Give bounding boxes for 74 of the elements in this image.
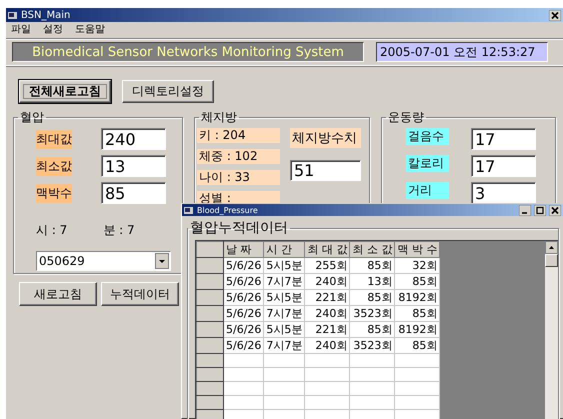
value-field[interactable]: 17: [471, 128, 536, 150]
column-header: 날 짜: [224, 242, 264, 258]
close-icon[interactable]: [549, 204, 561, 216]
info-label: 체중 : 102: [197, 149, 280, 164]
field-label: 최소값: [36, 156, 72, 176]
menu-item[interactable]: 설정: [43, 22, 63, 36]
info-label: 키 : 204: [197, 128, 280, 143]
table-cell: 13회: [350, 274, 395, 290]
table-cell: 240회: [304, 338, 350, 354]
table-cell: 5/6/26: [224, 274, 264, 290]
field-label: 최대값: [36, 130, 72, 148]
datetime-display: 2005-07-01 오전 12:53:27: [376, 42, 548, 62]
table-cell: 5시5분: [264, 322, 305, 338]
app-icon: [184, 206, 194, 214]
table-cell: 5/6/26: [224, 306, 264, 322]
group-title: 혈압: [19, 109, 45, 126]
window-title: Blood_Pressure: [197, 206, 259, 214]
value-field[interactable]: 3: [471, 182, 536, 204]
scroll-thumb[interactable]: [545, 254, 558, 267]
table-cell: 3523회: [350, 338, 395, 354]
value-field[interactable]: 85: [101, 182, 166, 204]
table-cell: 5/6/26: [224, 338, 264, 354]
table-cell: 3523회: [350, 306, 395, 322]
menu-item[interactable]: 파일: [11, 22, 31, 36]
date-combo[interactable]: 050629: [36, 251, 171, 271]
table-cell: 5/6/26: [224, 290, 264, 306]
field-label: 체지방수치: [290, 128, 361, 148]
group-title: 체지방: [200, 109, 238, 126]
scroll-up-icon[interactable]: [545, 241, 558, 254]
close-icon[interactable]: [549, 10, 561, 20]
field-label: 걸음수: [406, 128, 449, 145]
info-label: 나이 : 33: [197, 170, 280, 185]
hour-label: 시 : 7: [36, 222, 68, 239]
table-cell: 7시7분: [264, 338, 305, 354]
app-icon: [8, 10, 18, 20]
column-header: 맥 박 수: [394, 242, 440, 258]
maximize-icon[interactable]: [534, 204, 546, 216]
table-cell: 85회: [350, 258, 395, 274]
field-label: 맥박수: [36, 184, 72, 202]
table-cell: 255회: [304, 258, 350, 274]
field-label: 칼로리: [406, 155, 449, 172]
group-title: 운동량: [387, 109, 425, 126]
table-cell: 85회: [350, 322, 395, 338]
menu-item[interactable]: 도움말: [75, 22, 105, 36]
value-field[interactable]: 17: [471, 155, 536, 177]
column-header: 최 대 값: [304, 242, 350, 258]
table-cell: 5시5분: [264, 258, 305, 274]
table-cell: 85회: [350, 290, 395, 306]
table-cell: 240회: [304, 274, 350, 290]
column-header: 최 소 값: [350, 242, 395, 258]
dropdown-icon: [155, 253, 169, 269]
value-field[interactable]: 51: [290, 160, 361, 181]
table-cell: 5/6/26: [224, 258, 264, 274]
table-cell: 5/6/26: [224, 322, 264, 338]
table-cell: 221회: [304, 322, 350, 338]
window-title: BSN_Main: [21, 10, 72, 20]
refresh-button[interactable]: 새로고침: [19, 282, 97, 306]
table-cell: 5시5분: [264, 290, 305, 306]
group-title: 혈압누적데이터: [189, 219, 289, 237]
field-label: 거리: [406, 182, 449, 199]
table-cell: 221회: [304, 290, 350, 306]
value-field[interactable]: 13: [101, 155, 166, 177]
minimize-icon[interactable]: [519, 204, 531, 216]
history-data-button[interactable]: 누적데이터: [101, 282, 179, 306]
scrollbar[interactable]: [545, 241, 558, 419]
table-cell: 7시7분: [264, 274, 305, 290]
refresh-all-button[interactable]: 전체새로고침: [19, 80, 111, 103]
table-cell: 7시7분: [264, 306, 305, 322]
directory-settings-button[interactable]: 디렉토리설정: [122, 80, 214, 103]
value-field[interactable]: 240: [101, 128, 166, 150]
column-header: 시 간: [264, 242, 305, 258]
minute-label: 분 : 7: [103, 222, 135, 239]
table-cell: 240회: [304, 306, 350, 322]
system-title: Biomedical Sensor Networks Monitoring System: [12, 42, 364, 62]
